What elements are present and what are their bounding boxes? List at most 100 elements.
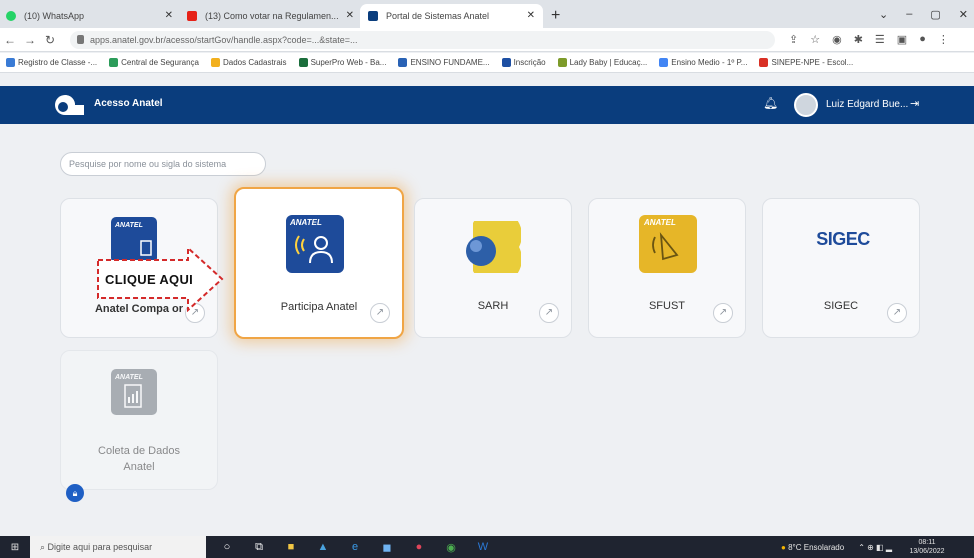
puzzle-icon[interactable]: ✱ [854, 33, 863, 46]
app-title: Acesso Anatel [94, 98, 163, 109]
click-here-label: CLIQUE AQUI [105, 272, 194, 287]
taskbar-search-placeholder: Digite aqui para pesquisar [47, 542, 153, 552]
chrome-icon[interactable]: ◉ [444, 541, 458, 554]
clock-time: 08:11 [918, 539, 936, 546]
window-controls: ⌄ – ▢ ✕ [879, 0, 968, 28]
screen: (10) WhatsApp ✕ (13) Como votar na Regul… [0, 0, 974, 558]
card-label-line2: Anatel [123, 461, 155, 473]
task-view-icon[interactable]: ⧉ [252, 541, 266, 554]
whatsapp-icon [6, 11, 16, 21]
reload-button[interactable]: ↻ [40, 33, 60, 47]
extension-icon[interactable]: ◉ [832, 33, 842, 46]
windows-taskbar: ⊞ ⌕ Digite aqui para pesquisar ○ ⧉ ■ ▲ e… [0, 536, 974, 558]
avatar[interactable] [794, 93, 818, 117]
card-sfust[interactable]: ANATEL SFUST ↗ [588, 198, 746, 338]
forward-button[interactable]: → [20, 33, 40, 47]
bookmark-label: Ensino Medio - 1º P... [671, 58, 748, 67]
close-tab-icon[interactable]: ✕ [527, 4, 535, 28]
external-link-icon[interactable]: ↗ [713, 303, 733, 323]
profile-icon[interactable]: ● [919, 33, 926, 46]
app-red-icon[interactable]: ● [412, 541, 426, 554]
card-participa-anatel[interactable]: ANATEL Participa Anatel ↗ [234, 187, 404, 339]
word-icon[interactable]: W [476, 541, 490, 554]
bookmark-label: SuperPro Web - Ba... [310, 58, 387, 67]
bookmark-icon [759, 58, 769, 67]
bookmark-item[interactable]: Dados Cadastrais [210, 58, 287, 67]
coleta-dados-icon: ANATEL [111, 369, 157, 415]
playlist-icon[interactable]: ☰ [875, 33, 885, 46]
anatel-icon [368, 11, 378, 21]
share-icon[interactable]: ⇪ [789, 33, 798, 46]
bookmark-label: Registro de Classe -... [18, 58, 98, 67]
app-header: Acesso Anatel 🔔︎ Luiz Edgard Bue... ⇥ [0, 86, 974, 124]
bookmark-icon [6, 58, 15, 67]
anatel-logo [55, 95, 84, 115]
user-name[interactable]: Luiz Edgard Bue... [826, 99, 908, 110]
tab-whatsapp[interactable]: (10) WhatsApp ✕ [0, 4, 181, 28]
system-search-input[interactable]: Pesquise por nome ou sigla do sistema [60, 152, 266, 176]
file-explorer-icon[interactable]: ■ [284, 541, 298, 554]
icon-caption: ANATEL [643, 218, 676, 227]
sidepanel-icon[interactable]: ▣ [897, 33, 907, 46]
minimize-button[interactable]: – [906, 8, 912, 20]
bookmark-icon [109, 58, 119, 67]
bookmark-item[interactable]: Central de Segurança [109, 58, 199, 67]
bookmark-item[interactable]: Lady Baby | Educaç... [557, 58, 647, 67]
tab-portal-anatel[interactable]: Portal de Sistemas Anatel ✕ [360, 4, 543, 28]
star-icon[interactable]: ☆ [810, 33, 820, 46]
bookmark-icon [298, 58, 308, 67]
bookmark-icon [659, 58, 669, 67]
sun-icon: ● [781, 542, 786, 552]
close-window-button[interactable]: ✕ [959, 8, 968, 21]
bell-icon[interactable]: 🔔︎ [763, 96, 778, 110]
bookmark-item[interactable]: SINEPE-NPE - Escol... [759, 58, 853, 67]
bookmark-item[interactable]: Ensino Medio - 1º P... [659, 58, 747, 67]
windows-start-icon[interactable]: ⊞ [0, 542, 30, 553]
weather-widget[interactable]: ● 8°C Ensolarado [781, 543, 844, 552]
bookmark-icon [210, 58, 220, 67]
card-sigec[interactable]: SIGEC SIGEC ↗ [762, 198, 920, 338]
cortana-icon[interactable]: ○ [220, 541, 234, 554]
clock-date: 13/06/2022 [909, 548, 945, 555]
logout-icon[interactable]: ⇥ [910, 97, 919, 110]
bookmark-item[interactable]: SuperPro Web - Ba... [298, 58, 387, 67]
sfust-icon: ANATEL [639, 215, 697, 273]
chevron-down-icon[interactable]: ⌄ [879, 8, 888, 21]
bookmark-label: Inscrição [513, 58, 546, 67]
store-icon[interactable]: ◼ [380, 541, 394, 554]
external-link-icon[interactable]: ↗ [370, 303, 390, 323]
address-bar-row: ← → ↻ apps.anatel.gov.br/acesso/startGov… [0, 28, 974, 52]
external-link-icon[interactable]: ↗ [539, 303, 559, 323]
taskbar-clock[interactable]: 08:11 13/06/2022 [906, 538, 948, 556]
youtube-icon [187, 11, 197, 21]
tab-title: (13) Como votar na Regulamen... [205, 11, 339, 21]
photos-icon[interactable]: ▲ [316, 541, 330, 554]
icon-caption: ANATEL [289, 218, 322, 227]
bookmark-icon [398, 58, 408, 67]
menu-icon[interactable]: ⋮ [938, 33, 949, 46]
bookmark-label: Dados Cadastrais [222, 58, 287, 67]
back-button[interactable]: ← [0, 33, 20, 47]
participa-anatel-icon: ANATEL [286, 215, 344, 273]
new-tab-button[interactable]: + [551, 4, 560, 28]
bookmark-item[interactable]: Registro de Classe -... [6, 58, 97, 67]
tab-title: (10) WhatsApp [24, 11, 85, 21]
close-tab-icon[interactable]: ✕ [165, 4, 173, 28]
taskbar-search-input[interactable]: ⌕ Digite aqui para pesquisar [30, 536, 206, 558]
bookmark-label: Central de Segurança [121, 58, 199, 67]
card-sarh[interactable]: SARH ↗ [414, 198, 572, 338]
card-coleta-dados-anatel[interactable]: ANATEL Coleta de Dados Anatel [60, 350, 218, 490]
lock-badge-icon: 🔒︎ [66, 484, 84, 502]
external-link-icon[interactable]: ↗ [887, 303, 907, 323]
url-input[interactable]: apps.anatel.gov.br/acesso/startGov/handl… [70, 30, 775, 49]
close-tab-icon[interactable]: ✕ [346, 4, 354, 28]
tab-youtube[interactable]: (13) Como votar na Regulamen... ✕ [179, 4, 362, 28]
card-label-line1: Coleta de Dados [98, 445, 180, 457]
svg-text:ANATEL: ANATEL [114, 222, 143, 229]
system-tray-icons[interactable]: ⌃ ⊕ ◧ ▂ [858, 543, 892, 552]
bookmark-item[interactable]: Inscrição [501, 58, 546, 67]
maximize-button[interactable]: ▢ [930, 8, 940, 21]
bookmark-item[interactable]: ENSINO FUNDAME... [398, 58, 490, 67]
search-icon: ⌕ [40, 542, 48, 552]
edge-icon[interactable]: e [348, 541, 362, 554]
